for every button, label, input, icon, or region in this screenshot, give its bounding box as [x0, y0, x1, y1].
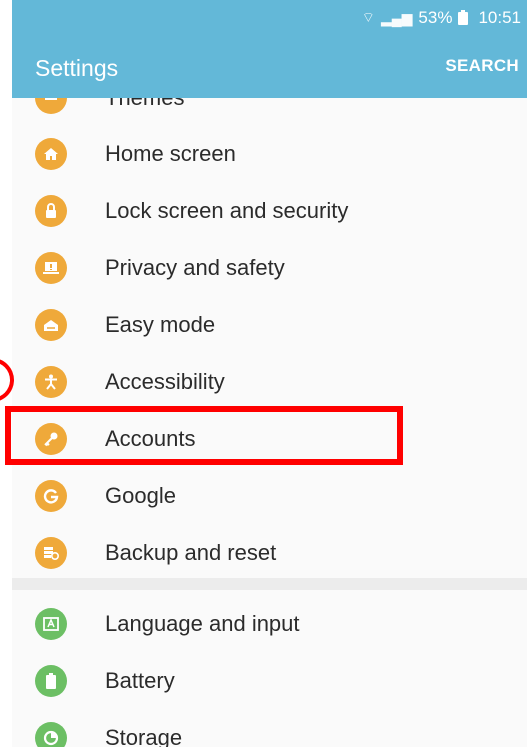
settings-item-label: Backup and reset: [105, 539, 277, 565]
section-divider: [12, 578, 527, 590]
lock-icon: [35, 194, 67, 227]
status-icons: ⌔ ▂▄▆ 53% 10:51: [362, 8, 521, 28]
settings-item-label: Lock screen and security: [105, 197, 349, 223]
settings-item-label: Google: [105, 482, 176, 508]
search-button[interactable]: SEARCH: [445, 56, 519, 76]
settings-item-label: Accessibility: [105, 368, 225, 394]
privacy-icon: [35, 251, 67, 284]
highlight-box: [5, 406, 403, 465]
clock: 10:51: [478, 8, 521, 27]
status-bar: ⌔ ▂▄▆ 53% 10:51: [12, 0, 527, 36]
settings-item-label: Storage: [105, 724, 183, 747]
settings-item-battery[interactable]: Battery: [12, 652, 527, 709]
page-title: Settings: [35, 55, 119, 81]
settings-item-themes[interactable]: Themes: [12, 98, 527, 126]
signal-icon: ▂▄▆: [380, 9, 413, 26]
language-icon: [35, 607, 67, 640]
battery-icon: [35, 664, 67, 697]
settings-item-label: Home screen: [105, 140, 236, 166]
settings-item-label: Language and input: [105, 610, 300, 636]
settings-item-privacy[interactable]: Privacy and safety: [12, 239, 527, 296]
settings-item-storage[interactable]: Storage: [12, 709, 527, 747]
backup-icon: [35, 536, 67, 569]
settings-item-home-screen[interactable]: Home screen: [12, 125, 527, 182]
storage-icon: [35, 721, 67, 747]
settings-item-language-input[interactable]: Language and input: [12, 595, 527, 652]
google-icon: [35, 479, 67, 512]
settings-item-google[interactable]: Google: [12, 467, 527, 524]
settings-item-label: Easy mode: [105, 311, 216, 337]
settings-item-lock-screen[interactable]: Lock screen and security: [12, 182, 527, 239]
wifi-icon: ⌔: [361, 9, 375, 25]
easy-mode-icon: [35, 308, 67, 341]
battery-status-icon: [458, 9, 469, 25]
settings-item-backup-reset[interactable]: Backup and reset: [12, 524, 527, 581]
settings-item-label: Privacy and safety: [105, 254, 285, 280]
home-icon: [35, 137, 67, 170]
settings-item-label: Themes: [105, 98, 184, 111]
settings-item-label: Battery: [105, 667, 175, 693]
accessibility-icon: [35, 365, 67, 398]
settings-item-easy-mode[interactable]: Easy mode: [12, 296, 527, 353]
settings-item-accessibility[interactable]: Accessibility: [12, 353, 527, 410]
app-bar: Settings SEARCH: [12, 36, 527, 98]
battery-percent: 53%: [418, 8, 453, 27]
theme-icon: [35, 98, 67, 114]
